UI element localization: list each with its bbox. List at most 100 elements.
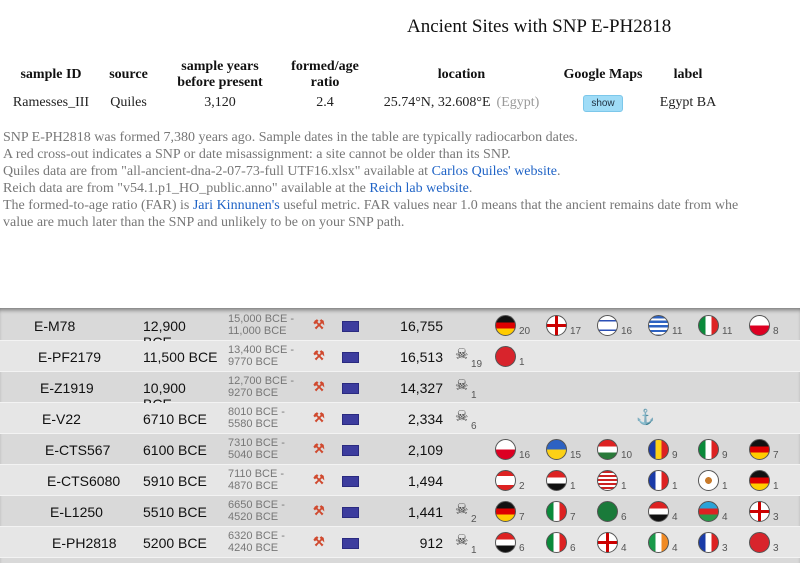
haplogroup-flag-icon[interactable] — [342, 321, 359, 332]
cell-years: 3,120 — [204, 95, 236, 110]
tree-row[interactable]: E-Z191910,900 BCE12,700 BCE -9270 BCE⚒14… — [0, 372, 800, 412]
turkey-flag[interactable] — [749, 532, 770, 553]
tree-row[interactable]: E-CTS567 6100 BCE 7310 BCE -5040 BCE ⚒ 2,109… — [0, 434, 800, 465]
dna-icon[interactable]: ⚒ — [313, 472, 325, 488]
confidence-range: 6650 BCE -4520 BCE — [228, 499, 285, 523]
romania-flag[interactable] — [648, 439, 669, 460]
col-label[interactable]: label — [653, 58, 723, 92]
iraq-flag[interactable] — [648, 501, 669, 522]
dna-icon[interactable]: ⚒ — [313, 441, 325, 457]
show-map-button[interactable]: show — [583, 94, 623, 112]
country-count: 7 — [773, 450, 779, 461]
lebanon-flag[interactable] — [495, 470, 516, 491]
haplogroup-flag-icon[interactable] — [342, 352, 359, 363]
reich-lab-link[interactable]: Reich lab website — [369, 181, 469, 196]
germany-flag[interactable] — [495, 315, 516, 336]
tree-row[interactable]: E-V22 6710 BCE 8010 BCE -5580 BCE ⚒ 2,334 ☠ 6 ⚓ — [0, 403, 800, 434]
skull-icon[interactable]: ☠ — [455, 500, 468, 518]
note-crossout: A red cross-out indicates a SNP or date … — [3, 147, 511, 162]
dna-icon[interactable]: ⚒ — [313, 379, 325, 395]
france-flag[interactable] — [698, 532, 719, 553]
england-flag[interactable] — [546, 315, 567, 336]
tree-row[interactable]: E-M7812,900 BCE15,000 BCE -11,000 BCE⚒16… — [0, 310, 800, 350]
col-ratio[interactable]: formed/age ratio — [280, 58, 370, 92]
dna-icon[interactable]: ⚒ — [313, 317, 325, 333]
col-google-maps[interactable]: Google Maps — [553, 58, 653, 92]
england-flag[interactable] — [749, 501, 770, 522]
poland-flag[interactable] — [495, 439, 516, 460]
iraq-flag[interactable] — [495, 532, 516, 553]
col-sample-years[interactable]: sample years before present — [160, 58, 280, 92]
germany-flag[interactable] — [749, 470, 770, 491]
haplogroup-flag-icon[interactable] — [342, 414, 359, 425]
country-count: 20 — [519, 326, 531, 337]
iraq-flag[interactable] — [546, 470, 567, 491]
haplogroup-flag-icon[interactable] — [342, 476, 359, 487]
jari-kinnunen-link[interactable]: Jari Kinnunen's — [193, 198, 280, 213]
skull-icon[interactable]: ☠ — [455, 531, 468, 549]
greece-flag[interactable] — [648, 315, 669, 336]
range-start: 8010 BCE - — [228, 406, 285, 418]
country-count: 4 — [621, 543, 627, 554]
anchor-icon[interactable]: ⚓ — [636, 408, 655, 426]
italy-flag[interactable] — [698, 315, 719, 336]
italy-flag[interactable] — [546, 501, 567, 522]
israel-flag[interactable] — [597, 315, 618, 336]
haplogroup-flag-icon[interactable] — [342, 383, 359, 394]
italy-flag[interactable] — [546, 532, 567, 553]
snp-name[interactable]: E-V22 — [42, 411, 81, 427]
range-start: 7110 BCE - — [228, 468, 285, 480]
usa-flag[interactable] — [597, 470, 618, 491]
skull-icon[interactable]: ☠ — [455, 407, 468, 425]
snp-name[interactable]: E-PH2818 — [52, 535, 117, 551]
col-location[interactable]: location — [370, 58, 553, 92]
tree-row[interactable]: E-PF2179 11,500 BCE 13,400 BCE -9770 BCE ⚒ 1… — [0, 341, 800, 372]
ireland-flag[interactable] — [648, 532, 669, 553]
germany-flag[interactable] — [749, 439, 770, 460]
dna-icon[interactable]: ⚒ — [313, 534, 325, 550]
haplogroup-flag-icon[interactable] — [342, 445, 359, 456]
country-count: 7 — [519, 512, 525, 523]
col-source[interactable]: source — [97, 58, 160, 92]
country-count: 8 — [773, 326, 779, 337]
table-header-row: sample ID source sample years before pres… — [5, 58, 723, 92]
formed-year: 5910 BCE — [143, 473, 207, 489]
cyprus-flag[interactable] — [698, 470, 719, 491]
snp-name[interactable]: E-Z1919 — [40, 380, 94, 396]
tree-row[interactable]: E-L1250 5510 BCE 6650 BCE -4520 BCE ⚒ 1,441 ☠… — [0, 496, 800, 527]
country-count: 4 — [672, 512, 678, 523]
range-end: 9770 BCE — [228, 356, 279, 368]
country-count: 1 — [621, 481, 627, 492]
snp-name[interactable]: E-L1250 — [50, 504, 103, 520]
haplogroup-flag-icon[interactable] — [342, 507, 359, 518]
haplogroup-flag-icon[interactable] — [342, 538, 359, 549]
dna-icon[interactable]: ⚒ — [313, 503, 325, 519]
poland-flag[interactable] — [749, 315, 770, 336]
tree-row[interactable]: E-CTS6080 5910 BCE 7110 BCE -4870 BCE ⚒ 1,49… — [0, 465, 800, 496]
tree-row[interactable]: E-PH2818 5200 BCE 6320 BCE -4240 BCE ⚒ 912 ☠ 1… — [0, 527, 800, 558]
col-sample-id[interactable]: sample ID — [5, 58, 97, 92]
snp-name[interactable]: E-PF2179 — [38, 349, 101, 365]
snp-name[interactable]: E-CTS6080 — [47, 473, 120, 489]
italy-flag[interactable] — [698, 439, 719, 460]
formed-year: 5510 BCE — [143, 504, 207, 520]
ancient-sample-count: 1 — [471, 545, 477, 556]
descendant-count: 1,441 — [407, 504, 443, 520]
notes-text: SNP E-PH2818 was formed 7,380 years ago.… — [3, 129, 800, 231]
snp-name[interactable]: E-M78 — [34, 318, 75, 334]
dna-icon[interactable]: ⚒ — [313, 348, 325, 364]
skull-icon[interactable]: ☠ — [455, 345, 468, 363]
snp-name[interactable]: E-CTS567 — [45, 442, 110, 458]
skull-icon[interactable]: ☠ — [455, 376, 468, 394]
france-flag[interactable] — [648, 470, 669, 491]
germany-flag[interactable] — [495, 501, 516, 522]
dna-icon[interactable]: ⚒ — [313, 410, 325, 426]
ukraine-flag[interactable] — [546, 439, 567, 460]
turkey-flag[interactable] — [495, 346, 516, 367]
azerbaijan-flag[interactable] — [698, 501, 719, 522]
england-flag[interactable] — [597, 532, 618, 553]
quiles-website-link[interactable]: Carlos Quiles' website — [432, 164, 557, 179]
hungary-flag[interactable] — [597, 439, 618, 460]
saudi-flag[interactable] — [597, 501, 618, 522]
country-count: 7 — [570, 512, 576, 523]
